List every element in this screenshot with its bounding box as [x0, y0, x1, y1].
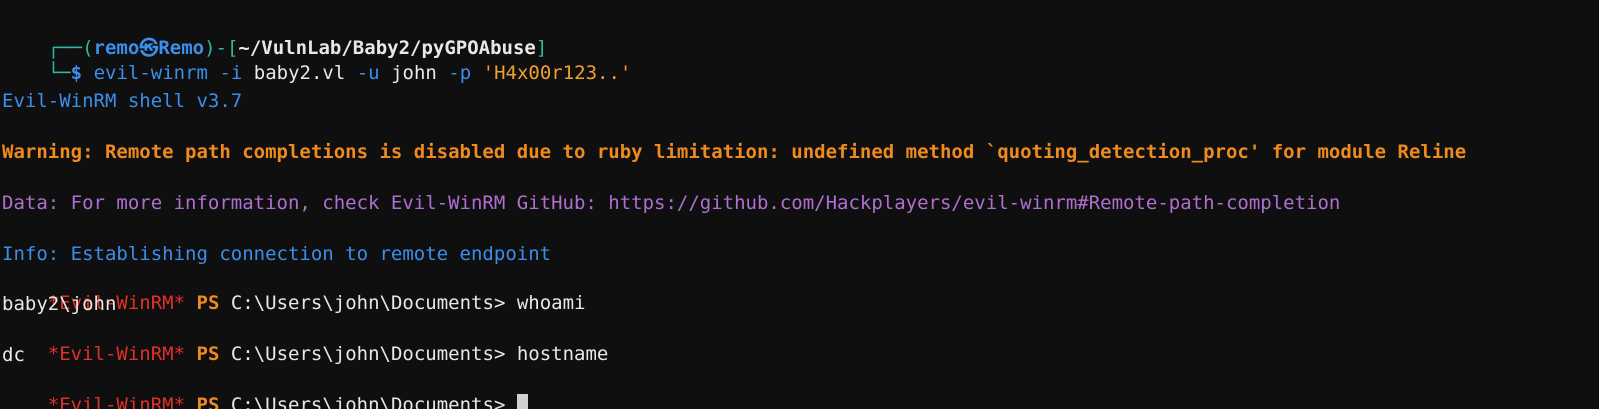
command-flag-password: -p [448, 62, 472, 84]
prompt-corner-bottom: └─ [47, 62, 71, 84]
text-cursor[interactable] [516, 394, 528, 409]
ps-prompt-line-active[interactable]: *Evil-WinRM* PS C:\Users\john\Documents> [2, 369, 528, 409]
command-line: └─$ evil-winrm -i baby2.vl -u john -p 'H… [2, 37, 632, 84]
ps-command: whoami [516, 292, 586, 314]
ps-path: C:\Users\john\Documents> [230, 394, 506, 409]
command-value-ip: baby2.vl [253, 62, 346, 84]
info-line: Info: Establishing connection to remote … [2, 243, 552, 265]
prompt-header: ┌──(remo㉿Remo)-[~/VulnLab/Baby2/pyGPOAbu… [2, 12, 548, 59]
ps-command: hostname [516, 343, 609, 365]
warning-line: Warning: Remote path completions is disa… [2, 141, 1467, 163]
command-output: baby2\john [2, 293, 117, 315]
ps-prompt-line: *Evil-WinRM* PS C:\Users\john\Documents>… [2, 318, 609, 365]
command-output: dc [2, 344, 25, 366]
ps-label: PS [196, 394, 220, 409]
data-line: Data: For more information, check Evil-W… [2, 192, 1341, 214]
shell-version-line: Evil-WinRM shell v3.7 [2, 90, 243, 112]
command-value-password: 'H4x00r123..' [482, 62, 632, 84]
ps-prompt-line: *Evil-WinRM* PS C:\Users\john\Documents>… [2, 267, 586, 314]
command-value-user: john [391, 62, 437, 84]
ps-path: C:\Users\john\Documents> [230, 292, 506, 314]
terminal-window[interactable]: ┌──(remo㉿Remo)-[~/VulnLab/Baby2/pyGPOAbu… [2, 0, 1599, 409]
ps-label: PS [196, 343, 220, 365]
command-flag-ip: -i [219, 62, 243, 84]
ps-label: PS [196, 292, 220, 314]
command-flag-user: -u [356, 62, 380, 84]
ps-path: C:\Users\john\Documents> [230, 343, 506, 365]
session-tag: *Evil-WinRM* [47, 394, 186, 409]
command-name: evil-winrm [93, 62, 208, 84]
prompt-dollar: $ [70, 62, 83, 84]
session-tag: *Evil-WinRM* [47, 343, 186, 365]
